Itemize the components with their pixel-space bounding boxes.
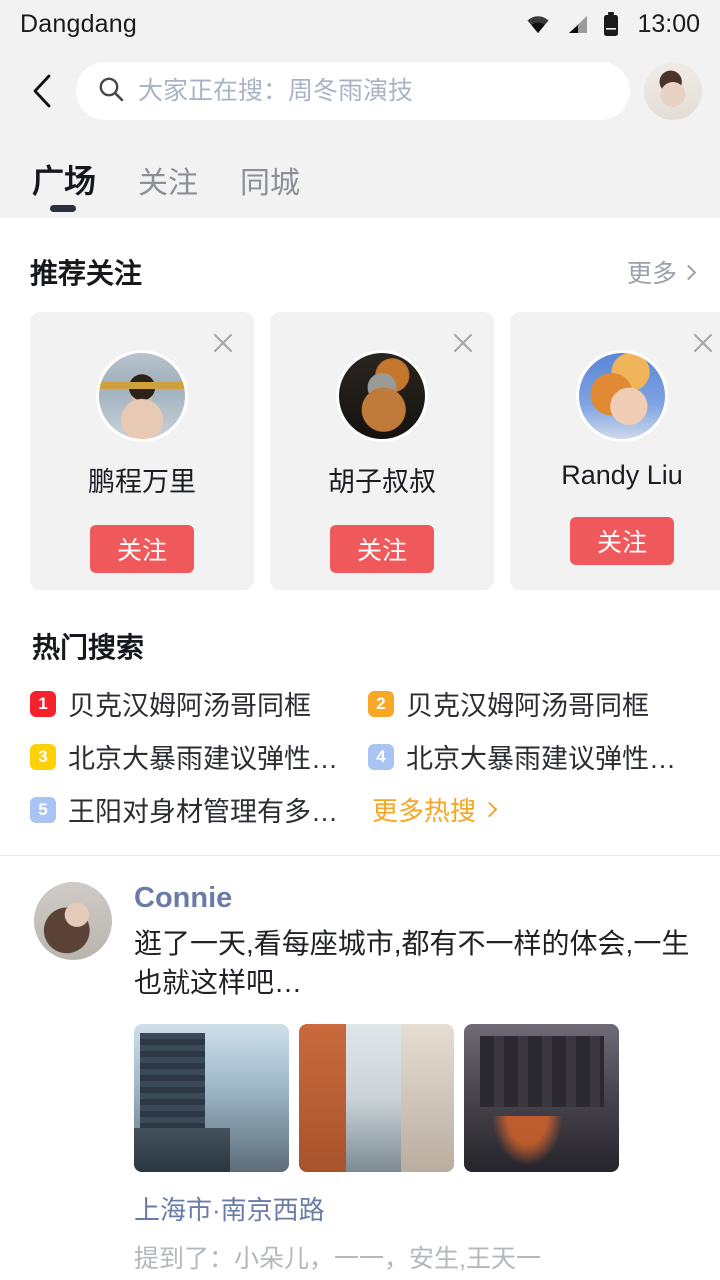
card-close-button[interactable] — [206, 326, 240, 360]
hot-rank-badge: 4 — [368, 743, 394, 770]
recommend-card-list: 鹏程万里 关注 胡子叔叔 关注 Randy Liu 关注 — [0, 312, 720, 590]
follow-button[interactable]: 关注 — [570, 517, 674, 565]
tab-nearby-label: 同城 — [240, 167, 301, 200]
app-root: Dangdang 13:00 大家正在搜：周冬雨演技 广场 关注 同城 推荐关注… — [0, 0, 720, 1280]
card-close-button[interactable] — [686, 326, 720, 360]
feed-post: Connie 逛了一天,看每座城市,都有不一样的体会,一生也就这样吧… 上海市·… — [0, 856, 720, 1275]
tab-follow-label: 关注 — [138, 167, 199, 200]
hot-rank-badge: 2 — [368, 690, 394, 717]
tab-square-label: 广场 — [32, 163, 97, 199]
card-avatar — [576, 350, 668, 442]
card-close-button[interactable] — [446, 326, 480, 360]
back-button[interactable] — [22, 68, 62, 114]
post-body: Connie 逛了一天,看每座城市,都有不一样的体会,一生也就这样吧… 上海市·… — [134, 882, 696, 1275]
tab-follow[interactable]: 关注 — [138, 158, 198, 218]
search-input[interactable] — [138, 76, 608, 106]
tab-nearby[interactable]: 同城 — [240, 158, 300, 218]
tab-active-indicator — [50, 205, 76, 212]
post-mentions: 提到了：小朵儿，一一，安生,王天一 — [134, 1245, 541, 1274]
post-author-avatar[interactable] — [34, 882, 112, 960]
recommend-card[interactable]: Randy Liu 关注 — [510, 312, 720, 590]
recommend-header: 推荐关注 更多 — [0, 218, 720, 312]
chevron-right-icon — [680, 264, 697, 280]
status-icons: 13:00 — [525, 10, 700, 39]
post-author-name[interactable]: Connie — [134, 882, 696, 915]
hot-search-text: 贝克汉姆阿汤哥同框 — [406, 691, 649, 721]
hot-search-item[interactable]: 3 北京大暴雨建议弹性… — [30, 737, 368, 776]
battery-icon — [603, 12, 619, 36]
hot-search-text: 贝克汉姆阿汤哥同框 — [68, 691, 311, 721]
recommend-more-button[interactable]: 更多 — [626, 254, 697, 290]
post-image[interactable] — [134, 1024, 289, 1173]
chevron-right-icon — [481, 801, 498, 818]
recommend-title: 推荐关注 — [30, 258, 143, 289]
profile-avatar[interactable] — [644, 62, 702, 120]
close-icon — [693, 333, 713, 353]
status-bar: Dangdang 13:00 — [0, 0, 720, 48]
hot-search-text: 北京大暴雨建议弹性… — [406, 744, 676, 774]
recommend-card[interactable]: 鹏程万里 关注 — [30, 312, 254, 590]
tab-square[interactable]: 广场 — [32, 156, 96, 218]
hot-search-item[interactable]: 2 贝克汉姆阿汤哥同框 — [368, 684, 706, 723]
recommend-more-label: 更多 — [626, 260, 677, 288]
card-username: 鹏程万里 — [88, 467, 196, 497]
card-avatar — [336, 350, 428, 442]
post-image-grid — [134, 1024, 696, 1173]
clock-label: 13:00 — [637, 9, 700, 38]
close-icon — [453, 333, 473, 353]
hot-search-more-label: 更多热搜 — [372, 796, 477, 826]
back-chevron-icon — [33, 74, 51, 108]
hot-search-text: 王阳对身材管理有多… — [68, 797, 338, 827]
hot-search-section: 热门搜索 1 贝克汉姆阿汤哥同框 2 贝克汉姆阿汤哥同框 3 北京大暴雨建议弹性… — [0, 590, 720, 855]
hot-search-item[interactable]: 1 贝克汉姆阿汤哥同框 — [30, 684, 368, 723]
follow-button[interactable]: 关注 — [90, 525, 194, 573]
hot-search-list: 1 贝克汉姆阿汤哥同框 2 贝克汉姆阿汤哥同框 3 北京大暴雨建议弹性… 4 北… — [0, 684, 720, 829]
hot-search-more-button[interactable]: 更多热搜 — [368, 790, 706, 829]
post-location[interactable]: 上海市·南京西路 — [134, 1190, 696, 1227]
post-image[interactable] — [464, 1024, 619, 1173]
wifi-icon — [525, 14, 551, 34]
header-zone: Dangdang 13:00 大家正在搜：周冬雨演技 广场 关注 同城 — [0, 0, 720, 218]
tab-bar: 广场 关注 同城 — [0, 134, 720, 218]
card-avatar — [96, 350, 188, 442]
close-icon — [213, 333, 233, 353]
hot-search-item[interactable]: 5 王阳对身材管理有多… — [30, 790, 368, 829]
post-image[interactable] — [299, 1024, 454, 1173]
card-username: 胡子叔叔 — [328, 467, 436, 497]
hot-rank-badge: 5 — [30, 796, 56, 823]
card-username: Randy Liu — [561, 460, 683, 490]
hot-rank-badge: 3 — [30, 743, 56, 770]
hot-rank-badge: 1 — [30, 690, 56, 717]
hot-search-title: 热门搜索 — [32, 632, 145, 663]
recommend-section: 推荐关注 更多 鹏程万里 关注 胡子叔叔 关注 Randy Liu 关注 — [0, 218, 720, 590]
follow-button[interactable]: 关注 — [330, 525, 434, 573]
hot-search-text: 北京大暴雨建议弹性… — [68, 744, 338, 774]
search-box[interactable] — [76, 62, 630, 120]
signal-icon — [565, 14, 589, 34]
search-row — [0, 48, 720, 134]
post-text: 逛了一天,看每座城市,都有不一样的体会,一生也就这样吧… — [134, 928, 690, 998]
search-icon — [98, 76, 124, 107]
recommend-card[interactable]: 胡子叔叔 关注 — [270, 312, 494, 590]
hot-search-item[interactable]: 4 北京大暴雨建议弹性… — [368, 737, 706, 776]
carrier-label: Dangdang — [20, 9, 137, 38]
